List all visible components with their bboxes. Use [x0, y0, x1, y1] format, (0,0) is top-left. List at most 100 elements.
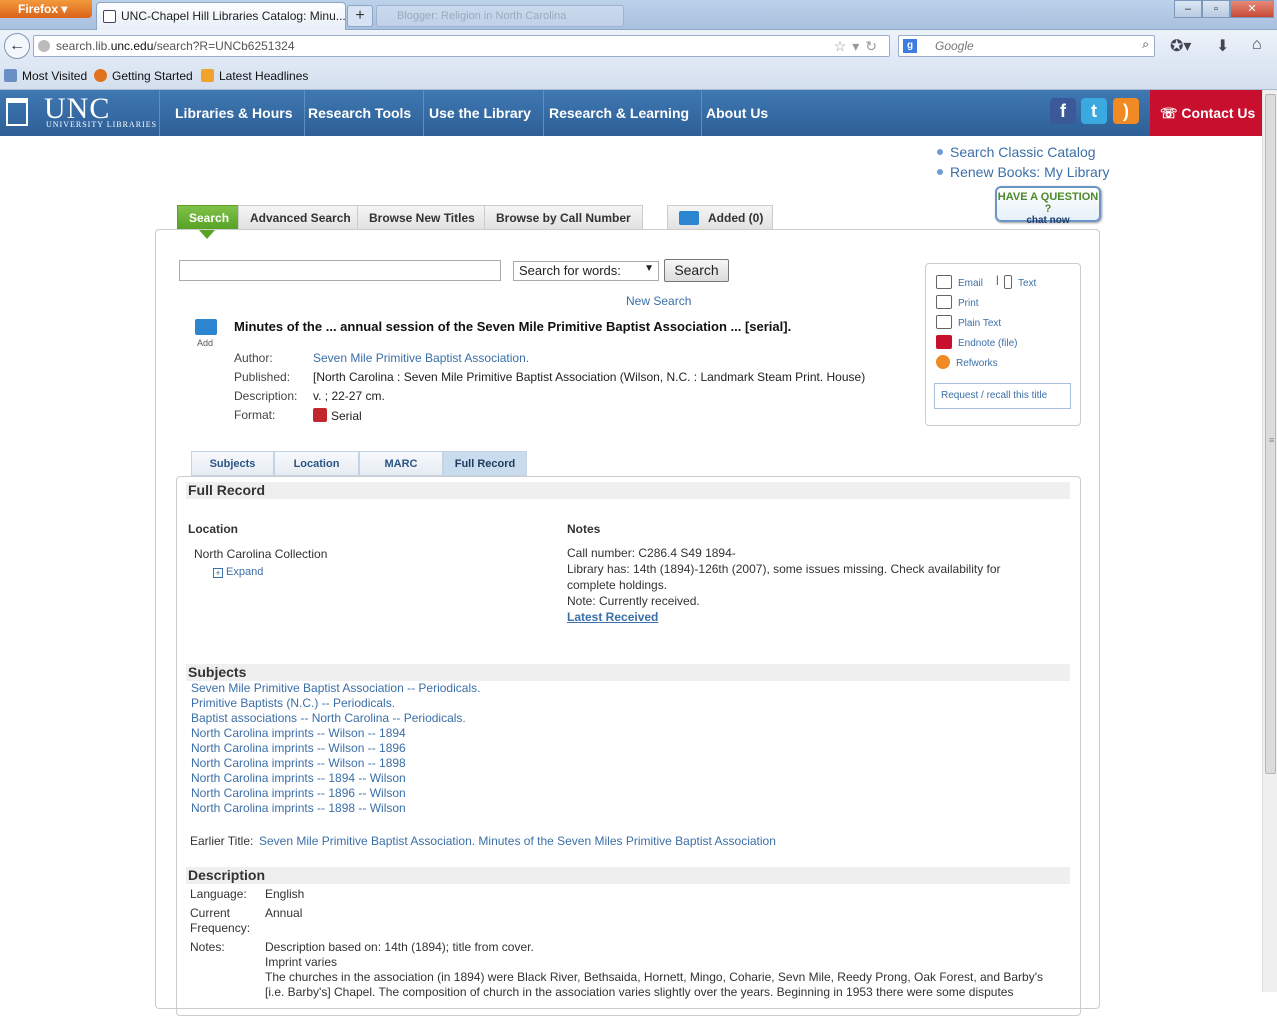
browser-navbar: ← search.lib.unc.edu/search?R=UNCb625132… [0, 30, 1277, 62]
link-renew-books[interactable]: Renew Books: My Library [937, 164, 1110, 180]
page-scrollbar[interactable]: ≡ [1262, 90, 1277, 992]
author-link[interactable]: Seven Mile Primitive Baptist Association… [313, 351, 529, 365]
tab-favicon-icon [103, 10, 116, 23]
notes-heading: Notes [567, 522, 601, 536]
tab-full-record[interactable]: Full Record [443, 451, 527, 476]
browser-tab-background[interactable]: Blogger: Religion in North Carolina [376, 5, 624, 27]
subjects-heading: Subjects [186, 664, 1070, 681]
search-mode-select[interactable]: Search for words: ▼ [513, 261, 659, 281]
twitter-icon[interactable]: t [1081, 98, 1107, 124]
bookmarks-menu-icon[interactable]: ✪▾ [1170, 36, 1191, 56]
search-button[interactable]: Search [664, 259, 729, 282]
location-heading: Location [188, 522, 238, 536]
language-value: English [265, 887, 305, 901]
bookmark-star-icon[interactable]: ☆▾↻ [834, 38, 883, 55]
description-label: Description: [234, 389, 298, 403]
request-recall-button[interactable]: Request / recall this title [934, 383, 1071, 409]
scrollbar-thumb[interactable]: ≡ [1265, 94, 1276, 774]
nav-research-learning[interactable]: Research & Learning [537, 90, 703, 136]
subject-link[interactable]: North Carolina imprints -- 1898 -- Wilso… [191, 801, 406, 815]
nav-libraries-hours[interactable]: Libraries & Hours [163, 90, 306, 136]
library-has: Library has: 14th (1894)-126th (2007), s… [567, 562, 1001, 576]
added-items-tab[interactable]: Added (0) [667, 205, 773, 230]
subject-link[interactable]: North Carolina imprints -- Wilson -- 189… [191, 726, 406, 740]
subject-link[interactable]: Baptist associations -- North Carolina -… [191, 711, 466, 725]
tools-separator: | [996, 275, 999, 286]
tab-location[interactable]: Location [274, 451, 359, 476]
bookmark-getting-started[interactable]: Getting Started [94, 69, 193, 83]
subject-link[interactable]: North Carolina imprints -- Wilson -- 189… [191, 741, 406, 755]
new-search-link[interactable]: New Search [626, 294, 691, 308]
bookmarks-toolbar: Most Visited Getting Started Latest Head… [0, 62, 1277, 90]
tab-title: UNC-Chapel Hill Libraries Catalog: Minu.… [121, 9, 346, 23]
bookmark-latest-headlines[interactable]: Latest Headlines [201, 69, 308, 83]
new-tab-button[interactable]: + [347, 5, 373, 27]
chat-now-badge[interactable]: HAVE A QUESTION ? chat now [995, 186, 1101, 226]
subject-link[interactable]: Primitive Baptists (N.C.) -- Periodicals… [191, 696, 395, 710]
tab-browse-call-number[interactable]: Browse by Call Number [484, 205, 643, 230]
home-icon[interactable]: ⌂ [1252, 36, 1262, 54]
folder-icon [679, 211, 699, 225]
plain-text-link[interactable]: Plain Text [936, 315, 1001, 329]
library-has-cont: complete holdings. [567, 578, 668, 592]
plus-icon: + [213, 568, 223, 578]
contact-us-button[interactable]: ☏ Contact Us [1150, 90, 1262, 136]
old-well-icon [6, 98, 28, 126]
location-value: North Carolina Collection [194, 547, 328, 561]
email-link[interactable]: Email [936, 275, 983, 289]
print-link[interactable]: Print [936, 295, 979, 309]
tab-subjects[interactable]: Subjects [191, 451, 274, 476]
facebook-icon[interactable]: f [1050, 98, 1076, 124]
phone-icon [1004, 275, 1012, 289]
tab-advanced-search[interactable]: Advanced Search [238, 205, 363, 230]
nav-research-tools[interactable]: Research Tools [296, 90, 425, 136]
frequency-label: Current [190, 906, 231, 920]
format-value: Serial [313, 408, 362, 423]
add-folder-icon[interactable] [195, 319, 217, 335]
refworks-link[interactable]: Refworks [936, 355, 998, 369]
subject-link[interactable]: North Carolina imprints -- 1894 -- Wilso… [191, 771, 406, 785]
earlier-title-link[interactable]: Seven Mile Primitive Baptist Association… [259, 834, 776, 848]
subject-link[interactable]: North Carolina imprints -- 1896 -- Wilso… [191, 786, 406, 800]
language-label: Language: [190, 887, 247, 901]
plain-text-icon [936, 315, 952, 329]
browser-titlebar: Firefox ▾ UNC-Chapel Hill Libraries Cata… [0, 0, 1277, 30]
url-bar[interactable]: search.lib.unc.edu/search?R=UNCb6251324 … [33, 35, 890, 57]
frequency-label-cont: Frequency: [190, 921, 251, 935]
full-record-heading: Full Record [186, 482, 1070, 499]
endnote-link[interactable]: Endnote (file) [936, 335, 1017, 349]
tab-search[interactable]: Search [177, 205, 242, 230]
bookmark-most-visited[interactable]: Most Visited [4, 69, 87, 83]
browser-tab-active[interactable]: UNC-Chapel Hill Libraries Catalog: Minu.… [96, 2, 346, 30]
magnifier-icon[interactable]: ⌕ [1142, 37, 1149, 52]
nav-about-us[interactable]: About Us [694, 90, 780, 136]
subject-link[interactable]: Seven Mile Primitive Baptist Association… [191, 681, 480, 695]
text-link[interactable]: Text [1004, 275, 1036, 289]
close-window-button[interactable]: ✕ [1230, 0, 1274, 18]
site-identity-icon [38, 40, 50, 52]
back-arrow-icon[interactable]: ← [4, 33, 30, 59]
browser-search-input[interactable]: g Google ⌕ [898, 35, 1155, 57]
rss-icon[interactable]: ) [1113, 98, 1139, 124]
nav-use-the-library[interactable]: Use the Library [417, 90, 544, 136]
firefox-menu-button[interactable]: Firefox ▾ [0, 0, 92, 18]
search-input[interactable] [179, 260, 501, 281]
refworks-icon [936, 355, 950, 369]
link-search-classic-catalog[interactable]: Search Classic Catalog [937, 144, 1096, 160]
tab-marc[interactable]: MARC [359, 451, 443, 476]
add-label[interactable]: Add [197, 338, 213, 348]
frequency-value: Annual [265, 906, 303, 920]
maximize-button[interactable]: ▫ [1202, 0, 1230, 18]
author-label: Author: [234, 351, 273, 365]
grip-icon: ≡ [1269, 435, 1275, 445]
tab-browse-new-titles[interactable]: Browse New Titles [357, 205, 487, 230]
downloads-icon[interactable]: ⬇ [1216, 36, 1229, 56]
serial-icon [313, 408, 327, 422]
format-label: Format: [234, 408, 276, 422]
unc-libraries-logo[interactable]: UNC UNIVERSITY LIBRARIES [0, 90, 160, 136]
subject-link[interactable]: North Carolina imprints -- Wilson -- 189… [191, 756, 406, 770]
expand-link[interactable]: + Expand [213, 566, 263, 578]
latest-received-link[interactable]: Latest Received [567, 610, 658, 624]
notes-line: Imprint varies [265, 955, 338, 969]
minimize-button[interactable]: – [1174, 0, 1202, 18]
